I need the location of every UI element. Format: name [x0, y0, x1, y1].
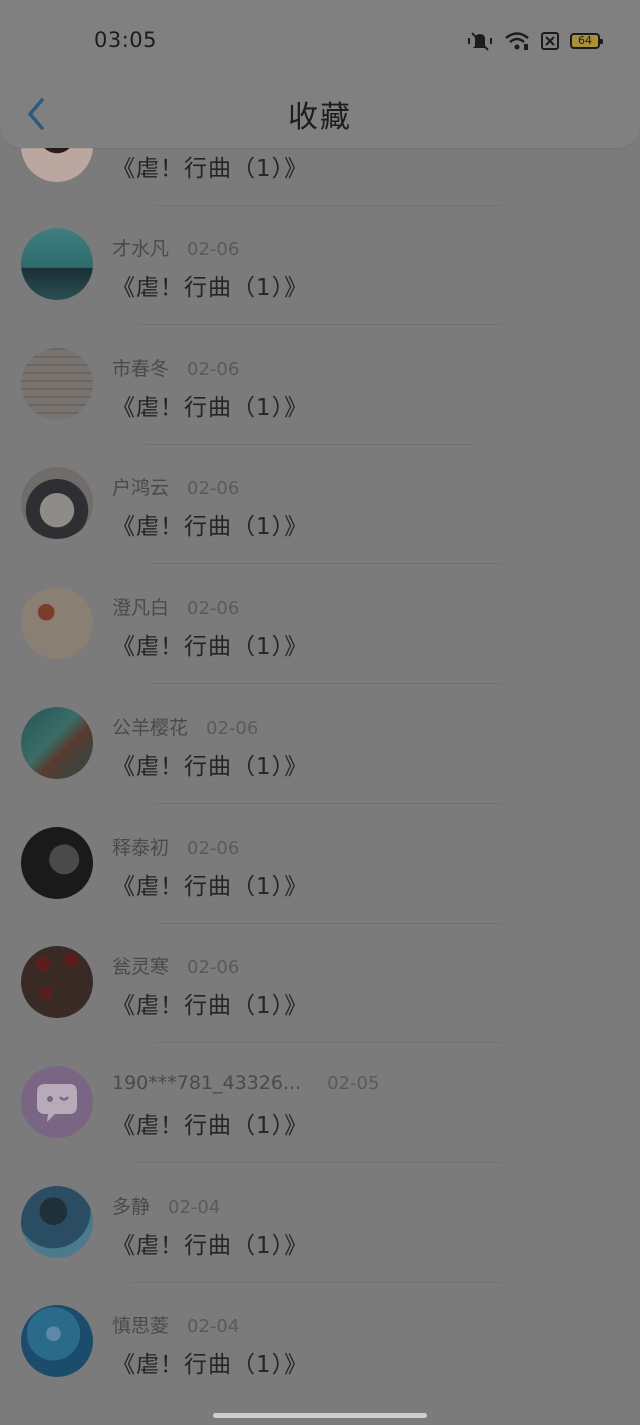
- divider: [160, 923, 500, 924]
- list-item[interactable]: 多静 02-04 《虐！行曲（1）》: [0, 1186, 640, 1306]
- divider: [155, 205, 500, 206]
- list-item[interactable]: 澄凡白 02-06 《虐！行曲（1）》: [0, 587, 640, 707]
- username: 才水凡 02-06: [112, 238, 240, 260]
- username: 释泰初 02-06: [112, 837, 240, 859]
- username: 瓮灵寒 02-06: [112, 956, 240, 978]
- avatar[interactable]: [21, 1066, 93, 1138]
- date-label: 02-06: [187, 478, 240, 499]
- message-text: 《虐！行曲（1）》: [112, 1352, 309, 1378]
- avatar[interactable]: [21, 467, 93, 539]
- divider: [155, 803, 500, 804]
- divider: [135, 1162, 500, 1163]
- message-text: 《虐！行曲（1）》: [112, 1113, 309, 1139]
- home-indicator[interactable]: [213, 1413, 427, 1418]
- date-label: 02-06: [187, 838, 240, 859]
- date-label: 02-06: [206, 718, 259, 739]
- list-item[interactable]: 190***781_43326... 02-05 《虐！行曲（1）》: [0, 1066, 640, 1186]
- message-text: 《虐！行曲（1）》: [112, 993, 309, 1019]
- status-time: 03:05: [94, 28, 158, 52]
- divider: [150, 563, 500, 564]
- message-text: 《虐！行曲（1）》: [112, 156, 309, 182]
- date-label: 02-06: [187, 239, 240, 260]
- list-item[interactable]: 才水凡 02-06 《虐！行曲（1）》: [0, 228, 640, 348]
- list-item[interactable]: 释泰初 02-06 《虐！行曲（1）》: [0, 827, 640, 947]
- divider: [140, 324, 500, 325]
- username: 澄凡白 02-06: [112, 597, 240, 619]
- username: 190***781_43326... 02-05: [112, 1072, 380, 1094]
- message-text: 《虐！行曲（1）》: [112, 1233, 309, 1259]
- username: 多静 02-04: [112, 1196, 221, 1218]
- avatar[interactable]: [21, 707, 93, 779]
- avatar[interactable]: [21, 946, 93, 1018]
- list-item[interactable]: 公羊樱花 02-06 《虐！行曲（1）》: [0, 707, 640, 827]
- divider: [155, 1042, 500, 1043]
- no-sim-icon: [541, 32, 559, 50]
- page-title: 收藏: [288, 100, 352, 135]
- divider: [150, 683, 500, 684]
- message-text: 《虐！行曲（1）》: [112, 395, 309, 421]
- date-label: 02-04: [168, 1197, 221, 1218]
- divider: [145, 444, 475, 445]
- top-bar: 03:05 64 收藏: [0, 0, 640, 148]
- date-label: 02-06: [187, 598, 240, 619]
- date-label: 02-05: [327, 1073, 380, 1094]
- date-label: 02-06: [187, 957, 240, 978]
- battery-icon: 64: [570, 33, 603, 49]
- list-item[interactable]: 慎思菱 02-04 《虐！行曲（1）》: [0, 1305, 640, 1425]
- wifi-icon: [505, 32, 529, 50]
- date-label: 02-06: [187, 359, 240, 380]
- status-icons: 64: [466, 28, 603, 54]
- username: 慎思菱 02-04: [112, 1315, 240, 1337]
- username: 市春冬 02-06: [112, 358, 240, 380]
- avatar[interactable]: [21, 1305, 93, 1377]
- chat-bubble-icon: [37, 1084, 77, 1122]
- vibrate-mute-icon: [468, 32, 492, 51]
- username: 公羊樱花 02-06: [112, 717, 259, 739]
- avatar[interactable]: [21, 348, 93, 420]
- list-item[interactable]: 市春冬 02-06 《虐！行曲（1）》: [0, 348, 640, 468]
- avatar[interactable]: [21, 228, 93, 300]
- message-text: 《虐！行曲（1）》: [112, 754, 309, 780]
- avatar[interactable]: [21, 827, 93, 899]
- username: 户鸿云 02-06: [112, 477, 240, 499]
- list-item[interactable]: 瓮灵寒 02-06 《虐！行曲（1）》: [0, 946, 640, 1066]
- list-item[interactable]: 户鸿云 02-06 《虐！行曲（1）》: [0, 467, 640, 587]
- date-label: 02-04: [187, 1316, 240, 1337]
- avatar[interactable]: [21, 587, 93, 659]
- message-text: 《虐！行曲（1）》: [112, 874, 309, 900]
- message-text: 《虐！行曲（1）》: [112, 275, 309, 301]
- avatar[interactable]: [21, 1186, 93, 1258]
- message-text: 《虐！行曲（1）》: [112, 634, 309, 660]
- divider: [130, 1282, 500, 1283]
- message-text: 《虐！行曲（1）》: [112, 514, 309, 540]
